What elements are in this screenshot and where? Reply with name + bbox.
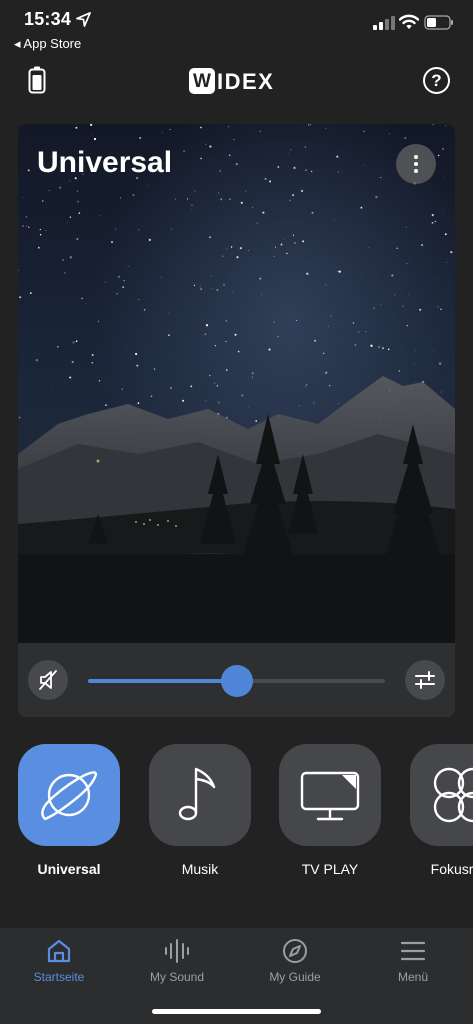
- program-universal[interactable]: Universal: [18, 744, 120, 877]
- widex-logo: W IDEX: [189, 68, 285, 94]
- program-tile[interactable]: [279, 744, 381, 846]
- wifi-icon: [399, 14, 419, 29]
- program-card: Universal: [18, 124, 455, 717]
- program-label: Universal: [37, 861, 101, 877]
- program-tile[interactable]: [149, 744, 251, 846]
- nav-item-my-sound[interactable]: My Sound: [118, 928, 236, 998]
- night-sky-mountain-image: [18, 124, 455, 643]
- help-label: ?: [431, 71, 442, 90]
- battery-icon: [424, 15, 453, 30]
- program-tile[interactable]: [410, 744, 473, 846]
- program-musik[interactable]: Musik: [149, 744, 251, 877]
- volume-slider-thumb[interactable]: [220, 665, 253, 697]
- program-list: Universal Musik TV PLAY Fokusr: [0, 744, 473, 884]
- status-bar: 15:34 ◂ App Store: [0, 0, 473, 56]
- program-label: TV PLAY: [301, 861, 359, 877]
- bottom-nav: Startseite My Sound My Guide Menü: [0, 928, 473, 1024]
- home-icon: [47, 939, 71, 963]
- logo-initial: W: [193, 71, 211, 92]
- cellular-signal-icon: [373, 16, 395, 30]
- planet-icon: [41, 771, 98, 821]
- speaker-mute-icon[interactable]: [28, 660, 68, 700]
- help-icon[interactable]: ?: [423, 67, 450, 94]
- more-vertical-icon[interactable]: [396, 144, 436, 184]
- nav-item-my-guide[interactable]: My Guide: [236, 928, 354, 998]
- focus-icon: [433, 767, 473, 823]
- program-title: Universal: [37, 146, 173, 179]
- hearing-aid-battery-icon[interactable]: [28, 66, 46, 94]
- compass-icon: [283, 939, 307, 963]
- nav-label: My Guide: [269, 970, 321, 984]
- tv-icon: [300, 771, 360, 821]
- program-tv-play[interactable]: TV PLAY: [279, 744, 381, 877]
- equalizer-sliders-icon[interactable]: [405, 660, 445, 700]
- volume-slider-fill: [88, 679, 237, 683]
- menu-icon: [400, 941, 426, 961]
- logo-text: IDEX: [217, 69, 275, 94]
- program-tile[interactable]: [18, 744, 120, 846]
- status-time: 15:34: [24, 9, 72, 29]
- volume-slider[interactable]: [88, 665, 385, 697]
- nav-item-startseite[interactable]: Startseite: [0, 928, 118, 998]
- location-arrow-icon: [76, 12, 91, 27]
- program-fokus[interactable]: Fokusrich: [410, 744, 473, 877]
- nav-item-menu[interactable]: Menü: [354, 928, 472, 998]
- volume-controls: [18, 643, 455, 717]
- nav-label: Startseite: [33, 970, 85, 984]
- program-label: Fokusrich: [430, 861, 473, 877]
- back-to-app-store-link[interactable]: ◂ App Store: [14, 36, 81, 52]
- sound-wave-icon: [165, 939, 189, 963]
- home-indicator[interactable]: [152, 1009, 321, 1014]
- nav-label: My Sound: [149, 970, 205, 984]
- app-header: W IDEX ?: [0, 56, 473, 106]
- music-note-icon: [178, 767, 216, 821]
- program-label: Musik: [181, 861, 219, 877]
- nav-label: Menü: [397, 970, 429, 984]
